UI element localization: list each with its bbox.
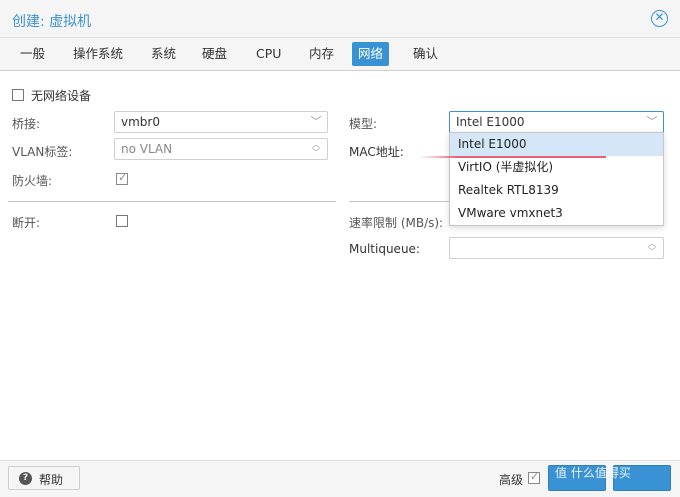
help-button[interactable]: ? 帮助 <box>8 466 80 490</box>
network-panel: 无网络设备 桥接: vmbr0 ﹀ VLAN标签: no VLAN ︿ ﹀ 防火墙… <box>0 72 680 460</box>
dropdown-option-virtio[interactable]: VirtIO (半虚拟化) <box>450 156 663 179</box>
annotation-underline <box>420 156 606 158</box>
tab-network[interactable]: 网络 <box>352 42 390 66</box>
multiqueue-input[interactable]: ︿ ﹀ <box>449 237 664 259</box>
dialog-header: 创建: 虚拟机 ✕ <box>0 0 680 38</box>
model-dropdown-list: Intel E1000 VirtIO (半虚拟化) Realtek RTL813… <box>449 132 664 226</box>
rate-limit-label: 速率限制 (MB/s): <box>349 216 444 230</box>
dropdown-option-realtek[interactable]: Realtek RTL8139 <box>450 179 663 202</box>
chevron-down-icon[interactable]: ﹀ <box>309 114 323 130</box>
close-icon[interactable]: ✕ <box>651 10 668 27</box>
vlan-value: no VLAN <box>121 142 173 156</box>
tab-general[interactable]: 一般 <box>14 42 51 66</box>
advanced-checkbox[interactable] <box>528 470 540 484</box>
firewall-label: 防火墙: <box>12 174 53 188</box>
tab-cpu[interactable]: CPU <box>250 42 287 66</box>
mac-label: MAC地址: <box>349 145 404 159</box>
no-network-label: 无网络设备 <box>31 89 92 103</box>
divider-left <box>8 201 336 202</box>
firewall-checkbox[interactable] <box>116 171 128 185</box>
bridge-label: 桥接: <box>12 117 41 131</box>
spinner-arrows-icon[interactable]: ︿ ﹀ <box>309 141 323 157</box>
bridge-value: vmbr0 <box>121 115 160 129</box>
model-select[interactable]: Intel E1000 ﹀ <box>449 111 664 133</box>
tab-bar: 一般 操作系统 系统 硬盘 CPU 内存 网络 确认 <box>0 38 680 71</box>
spinner-arrows-icon[interactable]: ︿ ﹀ <box>645 240 659 256</box>
tab-memory[interactable]: 内存 <box>303 42 340 66</box>
disconnect-checkbox[interactable] <box>116 215 128 227</box>
bridge-select[interactable]: vmbr0 ﹀ <box>114 111 328 133</box>
dropdown-option-vmware[interactable]: VMware vmxnet3 <box>450 202 663 225</box>
chevron-down-icon[interactable]: ﹀ <box>645 114 659 130</box>
multiqueue-label: Multiqueue: <box>349 242 420 256</box>
vlan-label: VLAN标签: <box>12 145 73 159</box>
advanced-label: 高级 <box>499 473 524 487</box>
dropdown-option-intel-e1000[interactable]: Intel E1000 <box>450 133 663 156</box>
tab-confirm[interactable]: 确认 <box>407 42 444 66</box>
help-circle-icon: ? <box>19 472 32 485</box>
model-label: 模型: <box>349 117 378 131</box>
watermark-text: 值 什么值得买 <box>555 466 631 480</box>
tab-system[interactable]: 系统 <box>145 42 182 66</box>
disconnect-label: 断开: <box>12 216 41 230</box>
help-label: 帮助 <box>39 473 64 487</box>
tab-disk[interactable]: 硬盘 <box>196 42 233 66</box>
no-network-checkbox[interactable] <box>12 89 24 101</box>
dialog-title: 创建: 虚拟机 <box>12 14 92 30</box>
model-value: Intel E1000 <box>456 115 525 129</box>
vlan-input[interactable]: no VLAN ︿ ﹀ <box>114 138 328 160</box>
tab-os[interactable]: 操作系统 <box>67 42 129 66</box>
